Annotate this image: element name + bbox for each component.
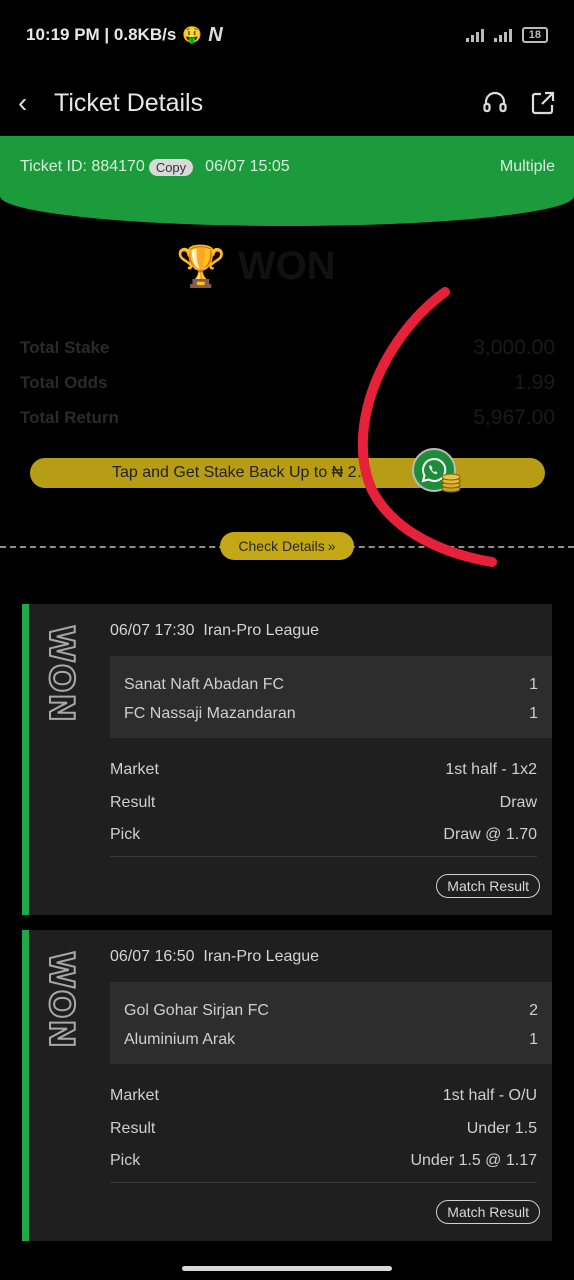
signal-icon-2 — [493, 28, 512, 42]
battery-icon: 18 — [521, 27, 548, 43]
bet-card: WON 06/07 17:30 Iran-Pro League Sanat Na… — [22, 604, 552, 915]
bet-datetime: 06/07 16:50 — [110, 948, 195, 965]
bet-league: Iran-Pro League — [203, 622, 320, 639]
team-row: Gol Gohar Sirjan FC 2 — [124, 996, 538, 1025]
headset-icon[interactable] — [482, 90, 508, 116]
total-odds-row: Total Odds 1.99 — [20, 365, 555, 400]
total-label: Total Stake — [20, 337, 110, 357]
coins-icon — [441, 473, 461, 493]
ticket-id: Ticket ID: 884170 — [20, 158, 145, 175]
status-time: 10:19 PM | 0.8KB/s — [26, 25, 177, 44]
card-divider — [110, 856, 537, 857]
pick-row: Pick Under 1.5 @ 1.17 — [110, 1145, 537, 1178]
team-name: FC Nassaji Mazandaran — [124, 704, 296, 722]
info-label: Result — [110, 793, 156, 811]
status-indicators: 18 — [465, 27, 548, 43]
signal-icon — [465, 28, 484, 42]
info-label: Result — [110, 1119, 156, 1137]
ticket-result: 🏆 WON — [176, 244, 336, 289]
card-divider — [110, 1182, 537, 1183]
info-label: Market — [110, 761, 159, 779]
total-value: 1.99 — [514, 370, 555, 394]
bet-info: Market 1st half - O/U Result Under 1.5 P… — [110, 1080, 537, 1178]
info-value: Under 1.5 @ 1.17 — [410, 1152, 537, 1170]
total-label: Total Odds — [20, 372, 108, 392]
header-actions — [482, 90, 556, 116]
team-name: Sanat Naft Abadan FC — [124, 675, 285, 693]
ticket-date: 06/07 15:05 — [205, 158, 290, 175]
total-value: 3,000.00 — [473, 335, 555, 359]
team-row: Aluminium Arak 1 — [124, 1025, 538, 1054]
info-value: 1st half - 1x2 — [445, 761, 537, 779]
team-row: FC Nassaji Mazandaran 1 — [124, 699, 538, 728]
check-details-label: Check Details — [238, 538, 325, 554]
match-result-button[interactable]: Match Result — [436, 874, 540, 898]
ticket-type: Multiple — [499, 158, 555, 175]
app-header: ‹ Ticket Details — [0, 70, 574, 136]
check-details-button[interactable]: Check Details » — [220, 532, 354, 560]
result-row: Result Under 1.5 — [110, 1113, 537, 1146]
total-return-row: Total Return 5,967.00 — [20, 400, 555, 435]
result-status: WON — [237, 244, 336, 288]
bet-league: Iran-Pro League — [203, 948, 320, 965]
team-score: 1 — [529, 1030, 538, 1048]
bet-status-vertical: WON — [40, 950, 82, 1050]
team-score: 1 — [529, 675, 538, 693]
home-indicator[interactable] — [182, 1266, 392, 1271]
team-row: Sanat Naft Abadan FC 1 — [124, 670, 538, 699]
result-row: Result Draw — [110, 787, 537, 820]
info-value: Draw — [499, 793, 537, 811]
totals-list: Total Stake 3,000.00 Total Odds 1.99 Tot… — [20, 330, 555, 435]
market-row: Market 1st half - O/U — [110, 1080, 537, 1113]
pick-row: Pick Draw @ 1.70 — [110, 819, 537, 852]
ticket-info-row: Ticket ID: 884170 Copy 06/07 15:05 Multi… — [20, 158, 555, 176]
bet-status-vertical: WON — [40, 624, 82, 724]
trophy-icon: 🏆 — [176, 244, 226, 289]
info-label: Market — [110, 1087, 159, 1105]
teams-box: Sanat Naft Abadan FC 1 FC Nassaji Mazand… — [110, 656, 552, 738]
info-value: Under 1.5 — [466, 1119, 537, 1137]
info-value: 1st half - O/U — [442, 1087, 537, 1105]
double-chevron-down-icon: » — [327, 538, 336, 554]
info-value: Draw @ 1.70 — [443, 826, 537, 844]
bet-info: Market 1st half - 1x2 Result Draw Pick D… — [110, 754, 537, 852]
bet-datetime: 06/07 17:30 — [110, 622, 195, 639]
team-score: 2 — [529, 1001, 538, 1019]
app-badge: N — [208, 23, 223, 46]
team-name: Gol Gohar Sirjan FC — [124, 1001, 269, 1019]
ticket-header-band — [0, 136, 574, 226]
bet-card: WON 06/07 16:50 Iran-Pro League Gol Goha… — [22, 930, 552, 1241]
total-label: Total Return — [20, 407, 119, 427]
money-face-emoji-icon: 🤑 — [182, 27, 203, 44]
copy-button[interactable]: Copy — [148, 158, 194, 176]
teams-box: Gol Gohar Sirjan FC 2 Aluminium Arak 1 — [110, 982, 552, 1064]
info-label: Pick — [110, 1152, 141, 1170]
promo-text: Tap and Get Stake Back Up to ₦ 2… — [112, 464, 373, 481]
bet-meta: 06/07 16:50 Iran-Pro League — [110, 948, 319, 966]
total-stake-row: Total Stake 3,000.00 — [20, 330, 555, 365]
team-name: Aluminium Arak — [124, 1030, 236, 1048]
stake-back-promo-banner[interactable]: Tap and Get Stake Back Up to ₦ 2… — [30, 458, 545, 488]
page-title: Ticket Details — [54, 88, 204, 117]
chevron-left-icon[interactable]: ‹ — [18, 87, 48, 119]
total-value: 5,967.00 — [473, 405, 555, 429]
share-icon[interactable] — [530, 90, 556, 116]
info-label: Pick — [110, 826, 141, 844]
status-bar: 10:19 PM | 0.8KB/s 🤑 N 18 — [0, 0, 574, 70]
team-score: 1 — [529, 704, 538, 722]
market-row: Market 1st half - 1x2 — [110, 754, 537, 787]
bet-meta: 06/07 17:30 Iran-Pro League — [110, 622, 319, 640]
match-result-button[interactable]: Match Result — [436, 1200, 540, 1224]
